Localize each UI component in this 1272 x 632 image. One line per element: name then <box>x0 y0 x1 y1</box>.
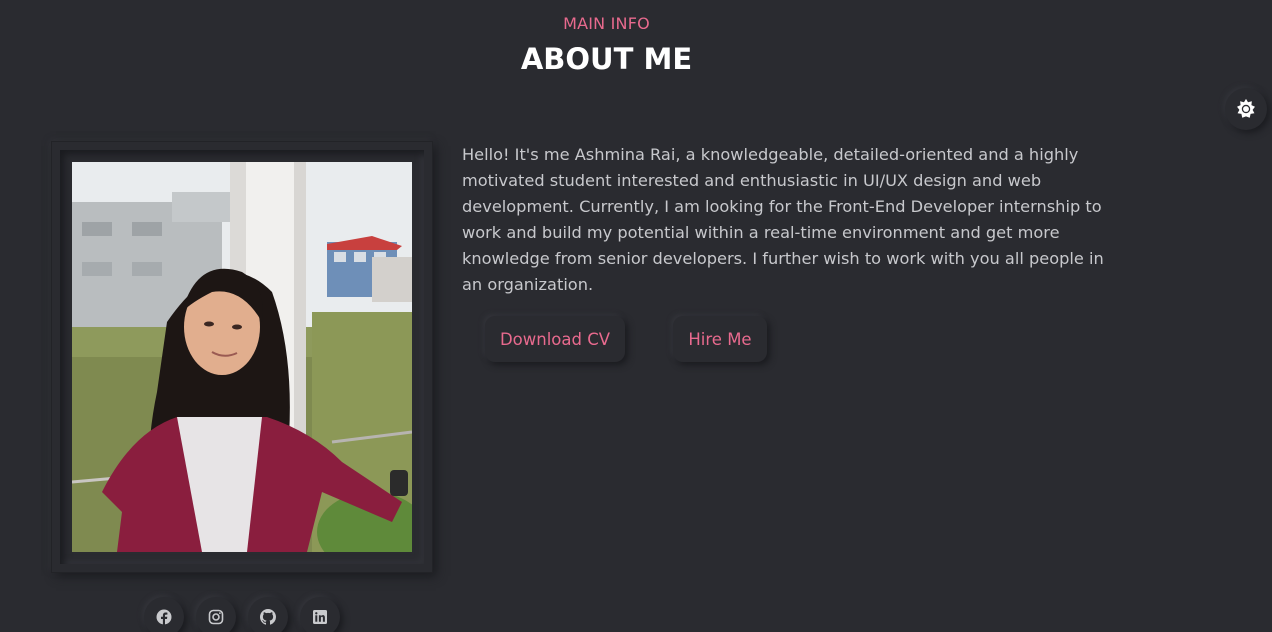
sun-icon <box>1237 98 1255 118</box>
profile-photo-inset <box>60 150 424 564</box>
facebook-link[interactable] <box>144 597 184 632</box>
instagram-link[interactable] <box>196 597 236 632</box>
instagram-icon <box>208 609 224 625</box>
about-section: MAIN INFO ABOUT ME Hello! It's me Ashmin… <box>0 0 1272 632</box>
facebook-icon <box>156 609 172 625</box>
hire-me-button[interactable]: Hire Me <box>673 316 767 362</box>
section-eyebrow: MAIN INFO <box>563 14 650 33</box>
linkedin-link[interactable] <box>300 597 340 632</box>
about-bio: Hello! It's me Ashmina Rai, a knowledgea… <box>462 145 1104 294</box>
linkedin-icon <box>313 610 327 624</box>
profile-photo <box>72 162 412 552</box>
profile-photo-frame <box>52 142 432 572</box>
download-cv-button[interactable]: Download CV <box>485 316 625 362</box>
section-title: ABOUT ME <box>520 42 693 76</box>
github-icon <box>260 609 276 625</box>
github-link[interactable] <box>248 597 288 632</box>
theme-toggle-button[interactable] <box>1225 88 1267 130</box>
